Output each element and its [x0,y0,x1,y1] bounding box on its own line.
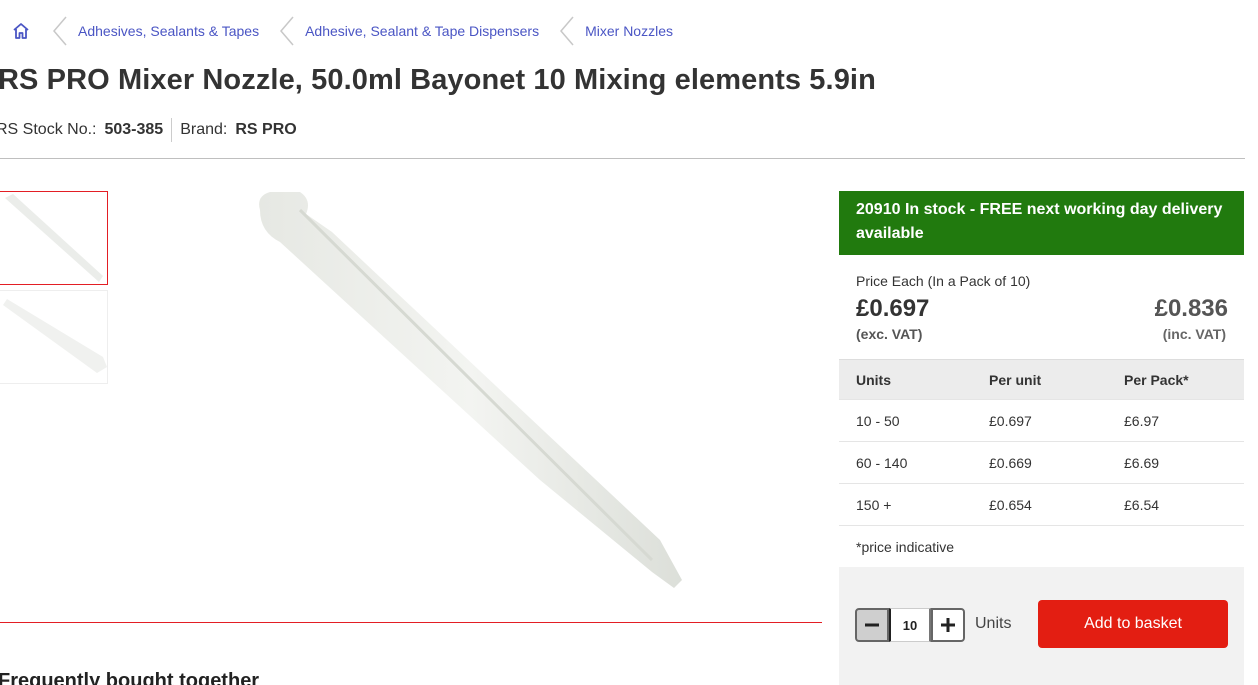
minus-icon [865,623,879,627]
price-caption: Price Each (In a Pack of 10) [856,273,1031,289]
brand-label: Brand: [180,121,228,138]
tier-header-per-pack: Per Pack* [1124,371,1189,388]
tier-header-units: Units [856,371,891,388]
breadcrumb-home-link[interactable] [10,20,32,42]
price-inc-vat-label: (inc. VAT) [1162,326,1226,342]
tier-per-unit: £0.654 [989,496,1032,513]
chevron-left-icon [273,16,301,46]
tier-per-unit: £0.697 [989,412,1032,429]
page-title: RS PRO Mixer Nozzle, 50.0ml Bayonet 10 M… [0,64,876,96]
chevron-left-icon [553,16,581,46]
price-tier-table: Units Per unit Per Pack* 10 - 50 £0.697 … [839,359,1244,567]
thumbnail-2[interactable] [0,290,108,384]
breadcrumb-adhesives-link[interactable]: Adhesives, Sealants & Tapes [78,23,259,39]
price-panel: 20910 In stock - FREE next working day d… [839,191,1244,685]
brand-value: RS PRO [235,121,297,138]
tier-header-row: Units Per unit Per Pack* [839,359,1244,399]
price-indicative-note: *price indicative [839,525,1244,567]
image-divider [0,622,822,623]
tier-per-pack: £6.97 [1124,412,1160,429]
price-exc-vat: £0.697 [856,295,930,322]
tier-units: 10 - 50 [856,412,900,429]
quantity-decrease-button[interactable] [855,608,889,642]
home-icon [13,23,29,39]
product-image[interactable] [240,180,700,600]
add-to-basket-button[interactable]: Add to basket [1038,600,1228,648]
tier-per-pack: £6.54 [1124,496,1160,513]
plus-icon [941,618,955,632]
tier-per-pack: £6.69 [1124,454,1160,471]
breadcrumb: Adhesives, Sealants & Tapes Adhesive, Se… [10,16,673,46]
header-divider [0,158,1245,159]
stock-no-value: 503-385 [104,121,164,138]
quantity-units-label: Units [975,615,1012,632]
product-meta: RS Stock No.: 503-385 Brand: RS PRO [0,118,297,142]
tier-row: 150 + £0.654 £6.54 [839,483,1244,525]
tier-row: 60 - 140 £0.669 £6.69 [839,441,1244,483]
price-box: Price Each (In a Pack of 10) £0.697 (exc… [839,255,1244,359]
breadcrumb-dispensers-link[interactable]: Adhesive, Sealant & Tape Dispensers [305,23,539,39]
tier-units: 60 - 140 [856,454,908,471]
thumbnail-1[interactable] [0,191,108,285]
chevron-left-icon [46,16,74,46]
price-inc-vat: £0.836 [1154,295,1228,322]
tier-units: 150 + [856,496,892,513]
stock-status-banner: 20910 In stock - FREE next working day d… [839,191,1244,255]
quantity-row: Units Add to basket [839,600,1244,648]
frequently-bought-heading: Frequently bought together [0,670,260,685]
stock-no-label: RS Stock No.: [0,121,97,138]
quantity-input[interactable] [889,608,931,642]
price-exc-vat-label: (exc. VAT) [856,326,923,342]
tier-per-unit: £0.669 [989,454,1032,471]
tier-header-per-unit: Per unit [989,371,1042,388]
breadcrumb-mixer-nozzles-link[interactable]: Mixer Nozzles [585,23,673,39]
tier-row: 10 - 50 £0.697 £6.97 [839,399,1244,441]
quantity-increase-button[interactable] [931,608,965,642]
meta-divider [171,118,173,142]
